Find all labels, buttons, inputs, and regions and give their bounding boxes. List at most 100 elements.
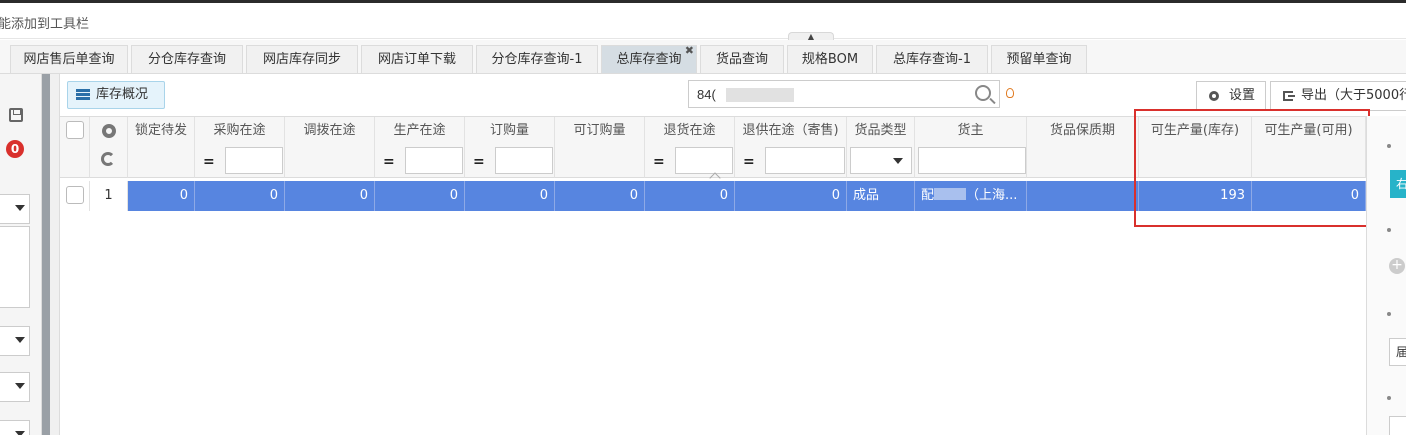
row-index: 1 bbox=[90, 181, 128, 211]
col-goods-type[interactable]: 货品类型 bbox=[847, 117, 915, 145]
filter-cell bbox=[60, 145, 90, 178]
col-consign-return-transit[interactable]: 退供在途（寄售) bbox=[735, 117, 847, 145]
filter-cell bbox=[90, 145, 128, 178]
tab-reserve-order[interactable]: 预留单查询 bbox=[991, 45, 1087, 73]
filter-cell bbox=[1139, 145, 1252, 178]
bullet-icon bbox=[1387, 228, 1391, 232]
tab-bar: 网店售后单查询 分仓库存查询 网店库存同步 网店订单下载 分仓库存查询-1 总库… bbox=[0, 40, 1406, 74]
add-icon[interactable]: + bbox=[1389, 258, 1405, 274]
filter-input-owner[interactable] bbox=[918, 147, 1026, 174]
cell-purchase-transit: 0 bbox=[195, 181, 285, 211]
tab-goods-query[interactable]: 货品查询 bbox=[700, 45, 784, 73]
close-icon[interactable]: ✖ bbox=[685, 37, 694, 64]
grid-gutter bbox=[50, 74, 60, 435]
filter-cell bbox=[847, 145, 915, 178]
cell-production-transit: 0 bbox=[375, 181, 465, 211]
refresh-icon[interactable] bbox=[101, 152, 115, 166]
tab-warehouse-stock[interactable]: 分仓库存查询 bbox=[131, 45, 243, 73]
alert-badge[interactable]: 0 bbox=[6, 140, 24, 158]
right-panel-action[interactable]: 右 bbox=[1390, 170, 1406, 198]
filter-input-purchase[interactable] bbox=[225, 147, 283, 174]
tab-label: 总库存查询-1 bbox=[893, 52, 971, 67]
left-select-3[interactable] bbox=[0, 372, 30, 402]
tab-online-order-download[interactable]: 网店订单下载 bbox=[361, 45, 473, 73]
filter-cell bbox=[1252, 145, 1366, 178]
tab-label: 预留单查询 bbox=[1006, 52, 1072, 67]
lightbulb-icon[interactable] bbox=[1006, 88, 1014, 98]
filter-cell: = bbox=[195, 145, 285, 178]
tab-total-stock[interactable]: 总库存查询 ✖ bbox=[601, 44, 697, 73]
filter-operator[interactable]: = bbox=[203, 154, 215, 170]
right-panel-field[interactable]: 届 bbox=[1389, 338, 1406, 366]
tab-online-after-sales[interactable]: 网店售后单查询 bbox=[10, 45, 128, 73]
left-select-2[interactable] bbox=[0, 326, 30, 356]
left-list-box[interactable] bbox=[0, 226, 30, 308]
filter-operator[interactable]: = bbox=[473, 154, 485, 170]
bullet-icon bbox=[1387, 312, 1391, 316]
tab-label: 总库存查询 bbox=[616, 52, 682, 67]
left-select-4[interactable] bbox=[0, 420, 30, 435]
filter-operator[interactable]: = bbox=[653, 154, 665, 170]
right-panel-field-2[interactable] bbox=[1389, 416, 1406, 435]
col-orderable-qty[interactable]: 可订购量 bbox=[555, 117, 645, 145]
redacted-text bbox=[726, 88, 794, 102]
filter-cell: = bbox=[375, 145, 465, 178]
left-select-1[interactable] bbox=[0, 194, 30, 224]
cell-producible-stock: 193 bbox=[1139, 181, 1252, 211]
cell-consign-return-transit: 0 bbox=[735, 181, 847, 211]
search-icon[interactable] bbox=[975, 85, 991, 101]
tab-label: 货品查询 bbox=[715, 52, 768, 67]
save-icon[interactable] bbox=[9, 108, 23, 122]
panel-splitter[interactable] bbox=[42, 74, 50, 435]
tab-online-stock-sync[interactable]: 网店库存同步 bbox=[246, 45, 358, 73]
row-checkbox[interactable] bbox=[66, 186, 84, 204]
stock-overview-button[interactable]: 库存概况 bbox=[67, 81, 165, 109]
col-producible-stock[interactable]: 可生产量(库存) bbox=[1139, 117, 1252, 145]
chevron-down-icon bbox=[15, 431, 25, 435]
tab-label: 分仓库存查询 bbox=[147, 52, 226, 67]
stock-overview-label: 库存概况 bbox=[96, 87, 149, 102]
bullet-icon bbox=[1387, 144, 1391, 148]
filter-operator[interactable]: = bbox=[743, 154, 755, 170]
table-row[interactable]: 1 0 0 0 0 0 0 0 0 成品 配 （上海... 193 0 bbox=[60, 181, 1366, 211]
filter-select-goods-type[interactable] bbox=[850, 147, 912, 174]
filter-cell: = bbox=[465, 145, 555, 178]
gear-icon[interactable] bbox=[102, 124, 116, 138]
col-shelf-life[interactable]: 货品保质期 bbox=[1027, 117, 1139, 145]
select-all-checkbox[interactable] bbox=[66, 121, 84, 139]
tab-label: 网店库存同步 bbox=[262, 52, 341, 67]
filter-operator[interactable]: = bbox=[383, 154, 395, 170]
col-locked[interactable]: 锁定待发 bbox=[128, 117, 195, 145]
col-transfer-transit[interactable]: 调拨在途 bbox=[285, 117, 375, 145]
col-production-transit[interactable]: 生产在途 bbox=[375, 117, 465, 145]
filter-input-consign[interactable] bbox=[765, 147, 845, 174]
export-button[interactable]: 导出（大于5000行 bbox=[1270, 81, 1406, 111]
col-order-qty[interactable]: 订购量 bbox=[465, 117, 555, 145]
redacted-text bbox=[934, 188, 967, 200]
tab-label: 分仓库存查询-1 bbox=[491, 52, 583, 67]
settings-button[interactable]: 设置 bbox=[1196, 81, 1266, 111]
col-owner[interactable]: 货主 bbox=[915, 117, 1027, 145]
owner-prefix: 配 bbox=[921, 188, 935, 203]
cell-shelf-life bbox=[1027, 181, 1139, 211]
toolbar-hint-bar: 能添加到工具栏 bbox=[0, 3, 1406, 39]
chevron-down-icon bbox=[15, 337, 25, 343]
header-settings-cell bbox=[90, 117, 128, 145]
col-return-transit[interactable]: 退货在途 bbox=[645, 117, 735, 145]
filter-input-return[interactable] bbox=[675, 147, 733, 174]
tab-label: 规格BOM bbox=[801, 52, 859, 67]
gear-icon bbox=[1209, 91, 1219, 101]
filter-cell: = bbox=[645, 145, 735, 178]
cell-order-qty: 0 bbox=[465, 181, 555, 211]
header-select-cell bbox=[60, 117, 90, 145]
col-purchase-transit[interactable]: 采购在途 bbox=[195, 117, 285, 145]
tab-warehouse-stock-1[interactable]: 分仓库存查询-1 bbox=[476, 45, 598, 73]
filter-input-production[interactable] bbox=[405, 147, 463, 174]
cell-producible-available: 0 bbox=[1252, 181, 1366, 211]
col-producible-available[interactable]: 可生产量(可用) bbox=[1252, 117, 1366, 145]
filter-input-order[interactable] bbox=[495, 147, 553, 174]
tab-total-stock-1[interactable]: 总库存查询-1 bbox=[876, 45, 988, 73]
grid-toolbar: 库存概况 设置 导出（大于5000行 bbox=[60, 74, 1406, 116]
tab-spec-bom[interactable]: 规格BOM bbox=[787, 45, 873, 73]
chevron-down-icon bbox=[15, 383, 25, 389]
